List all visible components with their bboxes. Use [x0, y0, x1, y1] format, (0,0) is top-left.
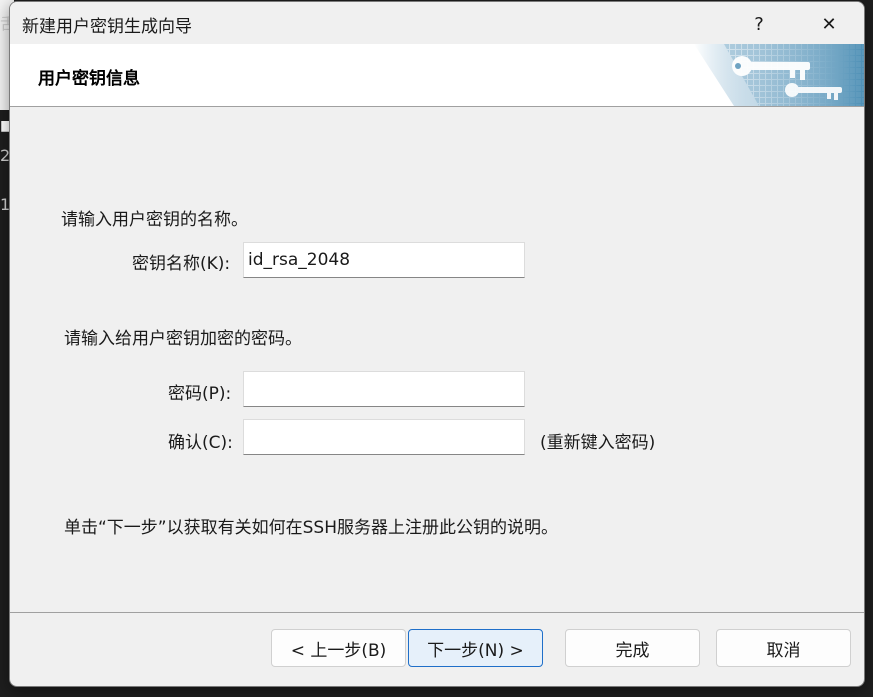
name-prompt: 请输入用户密钥的名称。: [61, 210, 248, 230]
confirm-label: 确认(C):: [168, 433, 233, 453]
key-name-input[interactable]: [243, 242, 525, 278]
password-input[interactable]: [243, 371, 525, 407]
key-name-label: 密钥名称(K):: [132, 254, 231, 274]
cancel-button[interactable]: 取消: [716, 629, 851, 667]
finish-button[interactable]: 完成: [565, 629, 700, 667]
title-bar[interactable]: 新建用户密钥生成向导 ? ✕: [10, 2, 864, 44]
footer-note: 单击“下一步”以获取有关如何在SSH服务器上注册此公钥的说明。: [64, 518, 558, 538]
password-prompt: 请输入给用户密钥加密的密码。: [64, 329, 302, 349]
wizard-header: 用户密钥信息: [10, 44, 864, 107]
key-wizard-dialog: 新建用户密钥生成向导 ? ✕ 用户密钥信息 请输入用户密钥的名称。 密钥名称(K…: [9, 1, 865, 687]
confirm-hint: (重新键入密码): [540, 433, 656, 453]
next-button[interactable]: 下一步(N) >: [408, 629, 543, 667]
keys-banner-icon: [694, 44, 864, 106]
back-button[interactable]: < 上一步(B): [271, 629, 406, 667]
confirm-password-input[interactable]: [243, 419, 525, 455]
help-icon[interactable]: ?: [736, 6, 782, 42]
footer-separator: [10, 612, 864, 613]
close-icon[interactable]: ✕: [806, 6, 852, 42]
page-title: 用户密钥信息: [38, 69, 140, 89]
password-label: 密码(P):: [168, 384, 232, 404]
window-title: 新建用户密钥生成向导: [22, 17, 192, 37]
